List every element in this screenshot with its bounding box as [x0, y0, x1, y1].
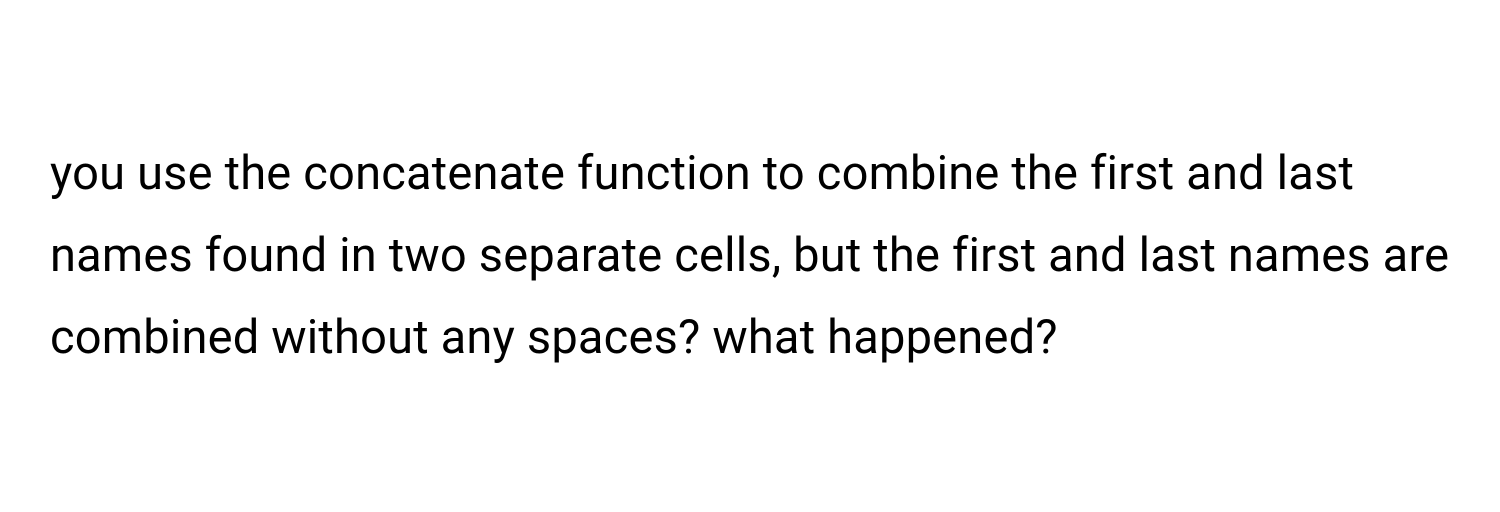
question-paragraph: you use the concatenate function to comb…	[50, 133, 1450, 380]
